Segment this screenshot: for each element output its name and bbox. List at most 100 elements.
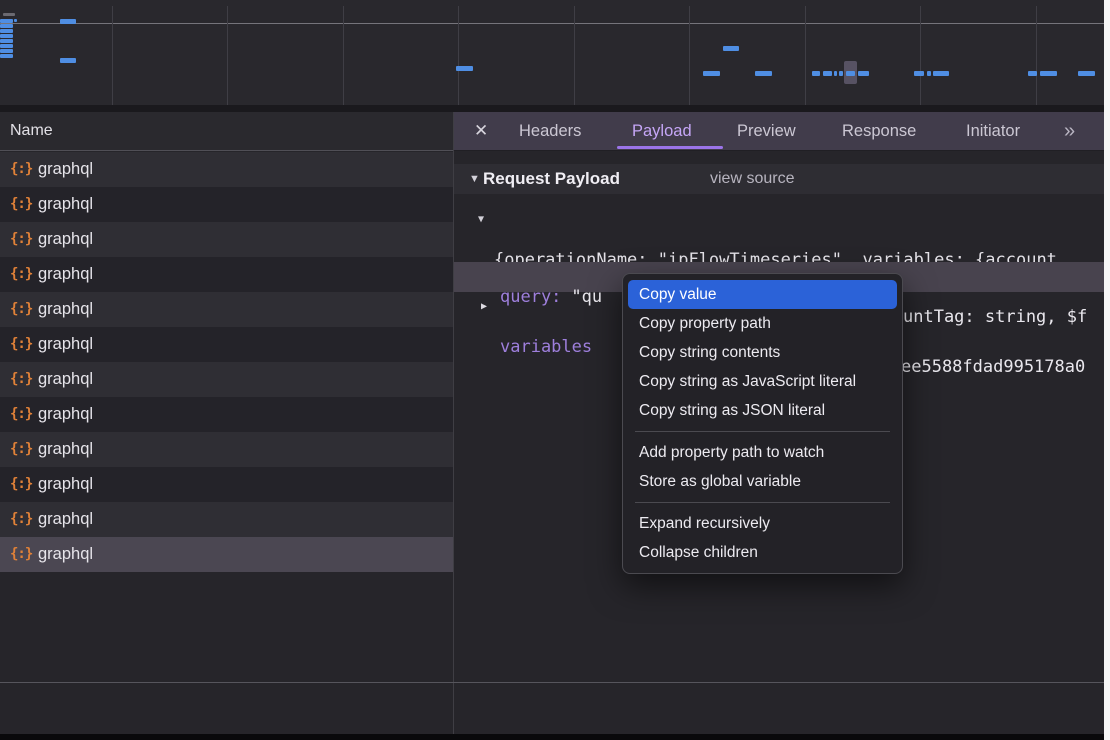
name-column-header[interactable]: Name — [0, 112, 453, 151]
request-name: graphql — [38, 152, 93, 187]
view-source-link[interactable]: view source — [710, 164, 794, 194]
menu-item-copy-value[interactable]: Copy value — [628, 280, 897, 309]
menu-item-copy-string-contents[interactable]: Copy string contents — [623, 338, 902, 367]
timeline-gridline — [458, 6, 459, 105]
network-request-row[interactable]: {:}graphql — [0, 327, 453, 362]
network-request-row[interactable]: {:} graphql — [0, 187, 453, 222]
active-tab-underline — [617, 146, 723, 149]
page-background-edge — [1104, 0, 1110, 740]
menu-item-copy-property-path[interactable]: Copy property path — [623, 309, 902, 338]
timeline-bar — [755, 71, 772, 76]
request-name: graphql — [38, 222, 93, 257]
json-braces-icon: {:} — [10, 152, 32, 187]
timeline-bar — [858, 71, 869, 76]
devtools-network-panel: Name {:} graphql {:} graphql {:} graphql {:… — [0, 0, 1110, 740]
timeline-bar — [812, 71, 820, 76]
request-name: graphql — [38, 292, 93, 327]
json-braces-icon: {:} — [10, 467, 32, 502]
menu-separator — [635, 431, 890, 432]
json-braces-icon: {:} — [10, 187, 32, 222]
timeline-gridline — [689, 6, 690, 105]
payload-root-row[interactable]: ▼ {operationName: "ipFlowTimeseries", va… — [454, 206, 1104, 235]
timeline-bar — [0, 39, 13, 43]
request-name: graphql — [38, 397, 93, 432]
timeline-bar — [60, 58, 76, 63]
menu-item-expand-recursively[interactable]: Expand recursively — [623, 509, 902, 538]
timeline-bar — [1040, 71, 1057, 76]
timeline-bar — [1078, 71, 1095, 76]
json-braces-icon: {:} — [10, 397, 32, 432]
menu-item-copy-string-js-literal[interactable]: Copy string as JavaScript literal — [623, 367, 902, 396]
property-key: variables — [500, 337, 592, 357]
timeline-bar — [846, 71, 855, 76]
section-title: Request Payload — [483, 164, 620, 194]
timeline-bar — [933, 71, 949, 76]
json-braces-icon: {:} — [10, 257, 32, 292]
tab-response[interactable]: Response — [842, 112, 916, 150]
network-request-row[interactable]: {:} graphql — [0, 467, 453, 502]
timeline-bar — [823, 71, 832, 76]
request-payload-section-header[interactable]: ▼ Request Payload view source — [454, 164, 1104, 194]
timeline-gridline — [1036, 6, 1037, 105]
menu-item-copy-string-json-literal[interactable]: Copy string as JSON literal — [623, 396, 902, 425]
close-icon[interactable]: ✕ — [474, 112, 488, 150]
request-name: graphql — [38, 327, 93, 362]
request-name: graphql — [38, 187, 93, 222]
json-braces-icon: {:} — [10, 362, 32, 397]
network-request-row[interactable]: {:}graphql — [0, 222, 453, 257]
name-column-label: Name — [10, 112, 53, 150]
detail-tab-bar: ✕ Headers Payload Preview Response Initi… — [454, 112, 1104, 151]
json-braces-icon: {:} — [10, 292, 32, 327]
tab-initiator[interactable]: Initiator — [966, 112, 1020, 150]
request-name: graphql — [38, 502, 93, 537]
menu-item-add-property-path-to-watch[interactable]: Add property path to watch — [623, 438, 902, 467]
request-name: graphql — [38, 257, 93, 292]
timeline-bar — [0, 24, 13, 28]
timeline-bar — [60, 19, 76, 24]
timeline-gridline — [343, 6, 344, 105]
json-braces-icon: {:} — [10, 537, 32, 572]
timeline-bar — [14, 19, 17, 22]
timeline-bar — [0, 54, 13, 58]
timeline-bar — [3, 13, 15, 16]
tab-overflow-chevrons-icon[interactable]: » — [1064, 112, 1073, 150]
network-overview[interactable] — [0, 0, 1104, 105]
network-request-row-selected[interactable]: {:}graphql — [0, 537, 453, 572]
request-name: graphql — [38, 362, 93, 397]
network-request-row[interactable]: {:} graphql — [0, 502, 453, 537]
context-menu: Copy value Copy property path Copy strin… — [622, 273, 903, 574]
timeline-bar — [723, 46, 739, 51]
timeline-bar — [914, 71, 924, 76]
timeline-gridline — [920, 6, 921, 105]
footer-divider — [0, 682, 1104, 683]
overview-separator — [0, 105, 1104, 112]
menu-item-store-as-global-variable[interactable]: Store as global variable — [623, 467, 902, 496]
request-rows: {:} graphql {:} graphql {:} graphql {:} grap… — [0, 152, 453, 572]
request-table: Name {:} graphql {:} graphql {:} graphql {:… — [0, 112, 453, 734]
disclosure-triangle-icon[interactable]: ▼ — [469, 164, 480, 194]
bottom-edge — [0, 734, 1104, 740]
property-preview-continued: ee5588fdad995178a0 — [901, 353, 1085, 382]
network-request-row[interactable]: {:} graphql — [0, 362, 453, 397]
disclosure-triangle-collapsed-icon[interactable]: ▶ — [481, 301, 487, 312]
network-request-row[interactable]: {:} graphql — [0, 397, 453, 432]
disclosure-triangle-icon[interactable]: ▼ — [478, 214, 484, 225]
network-request-row[interactable]: {:}graphql — [0, 432, 453, 467]
request-name: graphql — [38, 467, 93, 502]
tab-headers[interactable]: Headers — [519, 112, 581, 150]
timeline-baseline — [0, 23, 1104, 24]
timeline-bar — [456, 66, 473, 71]
timeline-bar — [0, 34, 13, 38]
timeline-bar — [0, 44, 13, 48]
timeline-bar — [834, 71, 837, 76]
timeline-bar — [1028, 71, 1037, 76]
json-braces-icon: {:} — [10, 502, 32, 537]
menu-separator — [635, 502, 890, 503]
tab-payload[interactable]: Payload — [632, 112, 692, 150]
network-request-row[interactable]: {:} graphql — [0, 292, 453, 327]
timeline-gridline — [805, 6, 806, 105]
network-request-row[interactable]: {:} graphql — [0, 152, 453, 187]
tab-preview[interactable]: Preview — [737, 112, 796, 150]
menu-item-collapse-children[interactable]: Collapse children — [623, 538, 902, 567]
network-request-row[interactable]: {:} graphql — [0, 257, 453, 292]
